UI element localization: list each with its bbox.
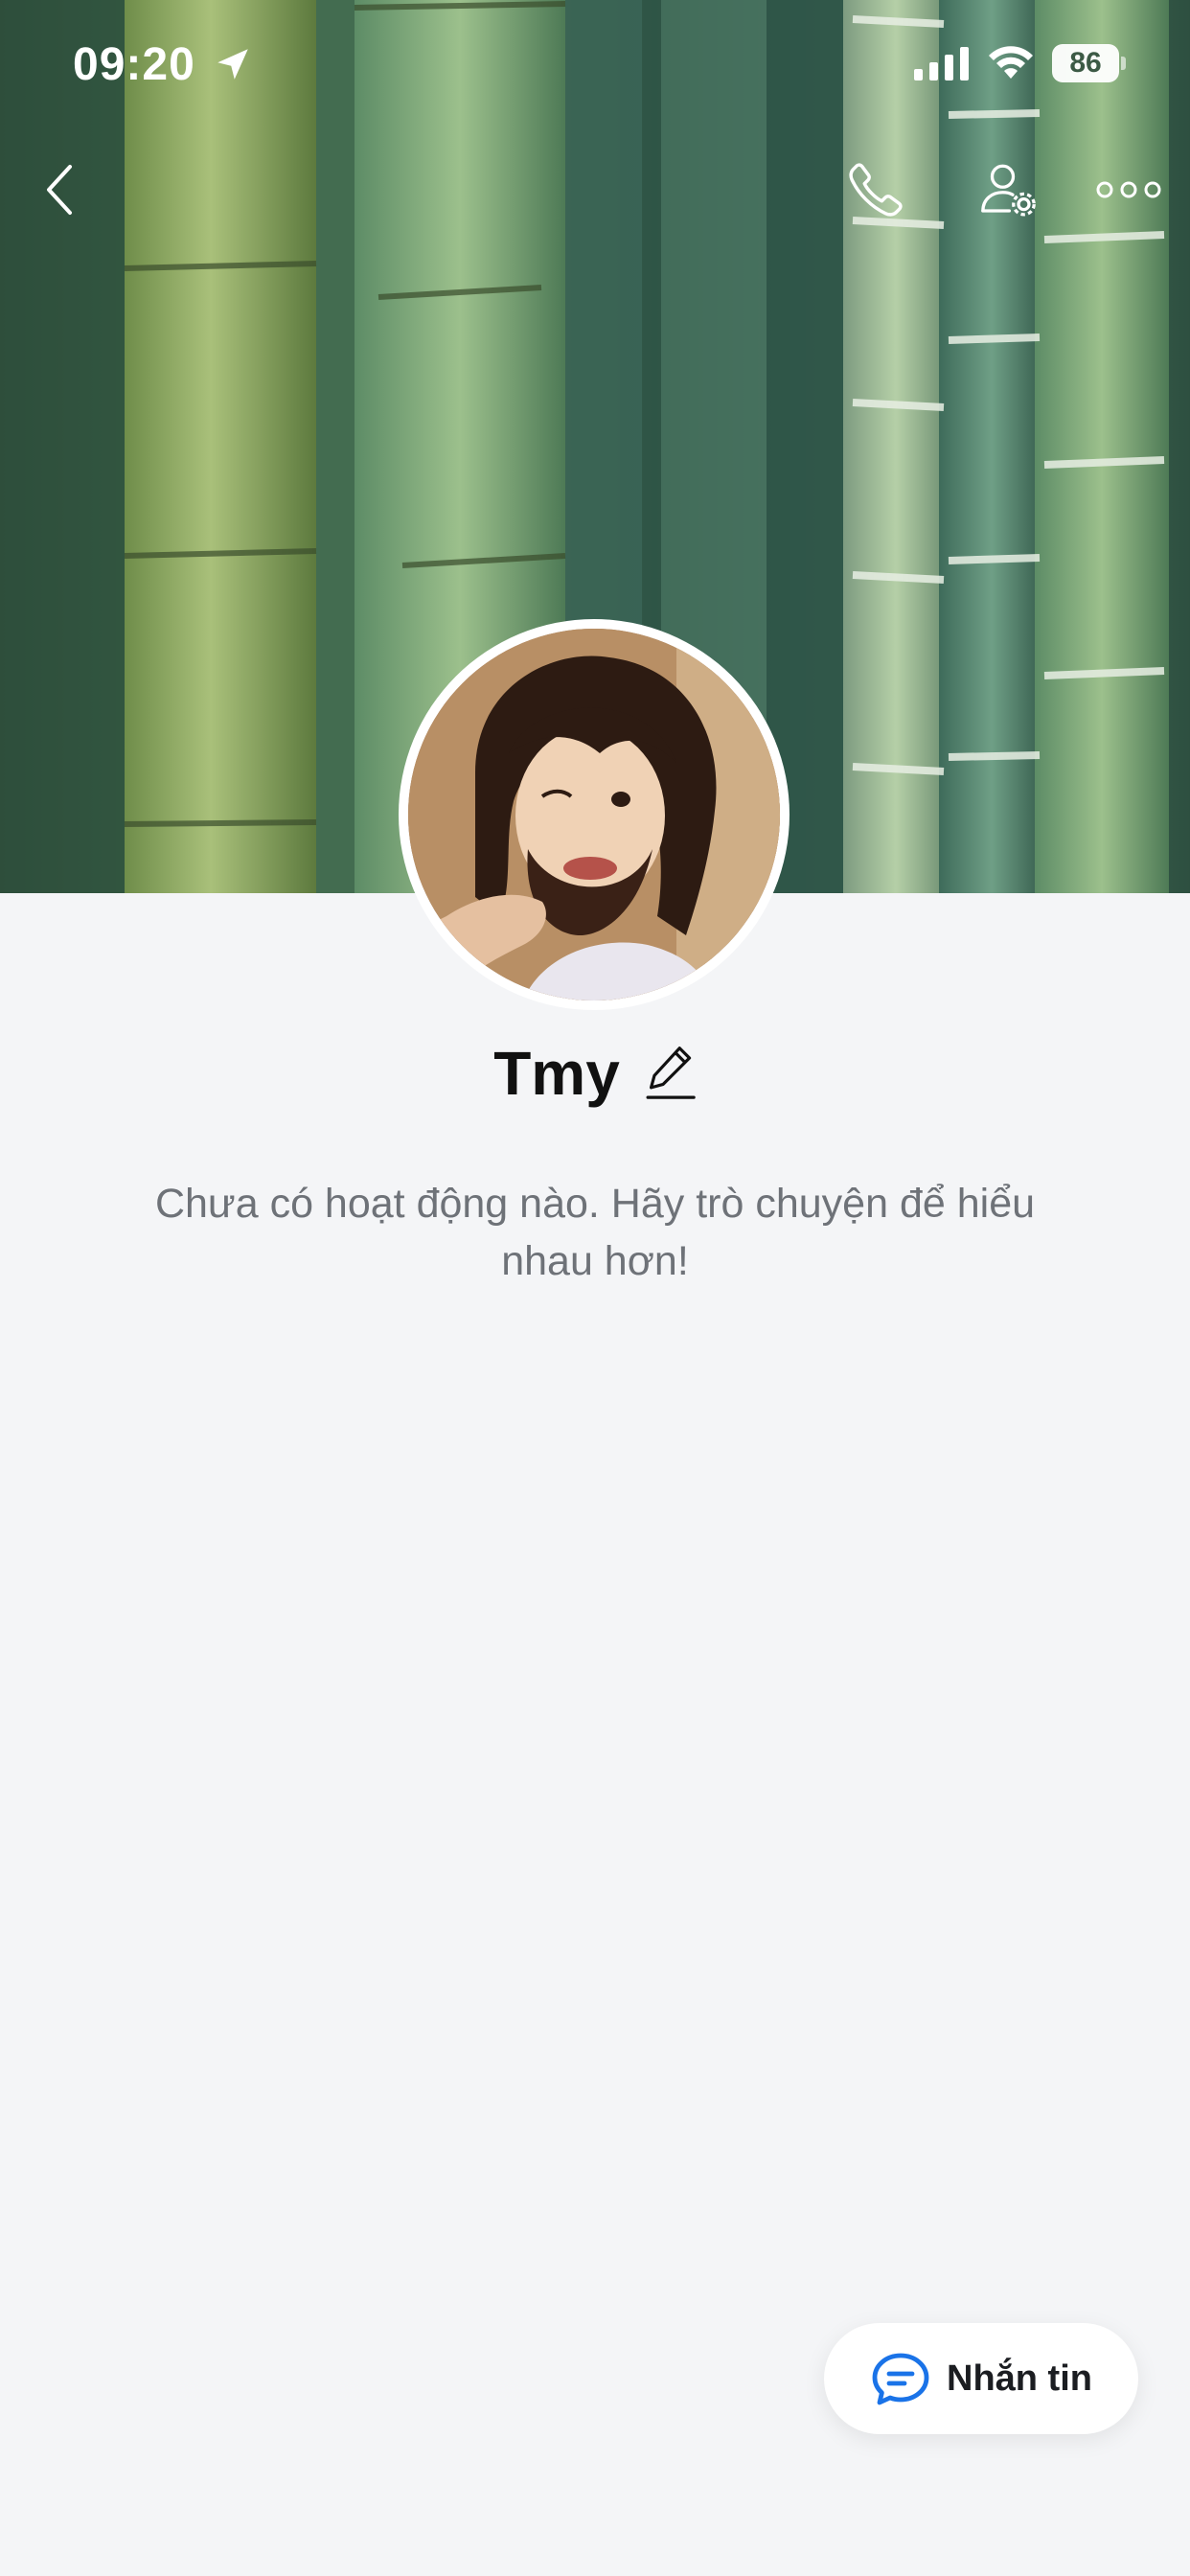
- avatar-photo: [408, 629, 780, 1000]
- call-button[interactable]: [835, 153, 916, 226]
- empty-activity-text: Chưa có hoạt động nào. Hãy trò chuyện để…: [154, 1181, 1036, 1284]
- profile-name-row: Tmy: [0, 1035, 1190, 1112]
- cellular-signal-icon: [914, 47, 969, 80]
- wifi-icon: [989, 46, 1033, 79]
- message-button[interactable]: Nhắn tin: [824, 2323, 1138, 2434]
- profile-screen: 09:20 86 Tmy Chưa có hoạt động nào. Hãy …: [0, 0, 1190, 2576]
- battery-level: 86: [1052, 44, 1119, 82]
- status-bar: 09:20 86: [0, 0, 1190, 125]
- pencil-icon[interactable]: [643, 1043, 697, 1104]
- contact-settings-button[interactable]: [968, 153, 1048, 226]
- chat-bubble-icon: [872, 2353, 929, 2405]
- avatar[interactable]: [408, 629, 780, 1000]
- more-horizontal-icon: [1096, 181, 1161, 198]
- contact-settings-icon: [981, 164, 1036, 217]
- chevron-left-icon: [47, 165, 72, 215]
- battery-tip: [1121, 57, 1126, 70]
- phone-icon: [849, 163, 903, 217]
- battery-icon: 86: [1052, 44, 1127, 82]
- profile-name: Tmy: [493, 1039, 620, 1108]
- avatar-frame[interactable]: [399, 619, 790, 1010]
- back-button[interactable]: [31, 153, 88, 226]
- status-time: 09:20: [73, 39, 195, 90]
- message-button-label: Nhắn tin: [947, 2358, 1092, 2399]
- location-arrow-icon: [217, 49, 248, 80]
- more-options-button[interactable]: [1088, 161, 1169, 218]
